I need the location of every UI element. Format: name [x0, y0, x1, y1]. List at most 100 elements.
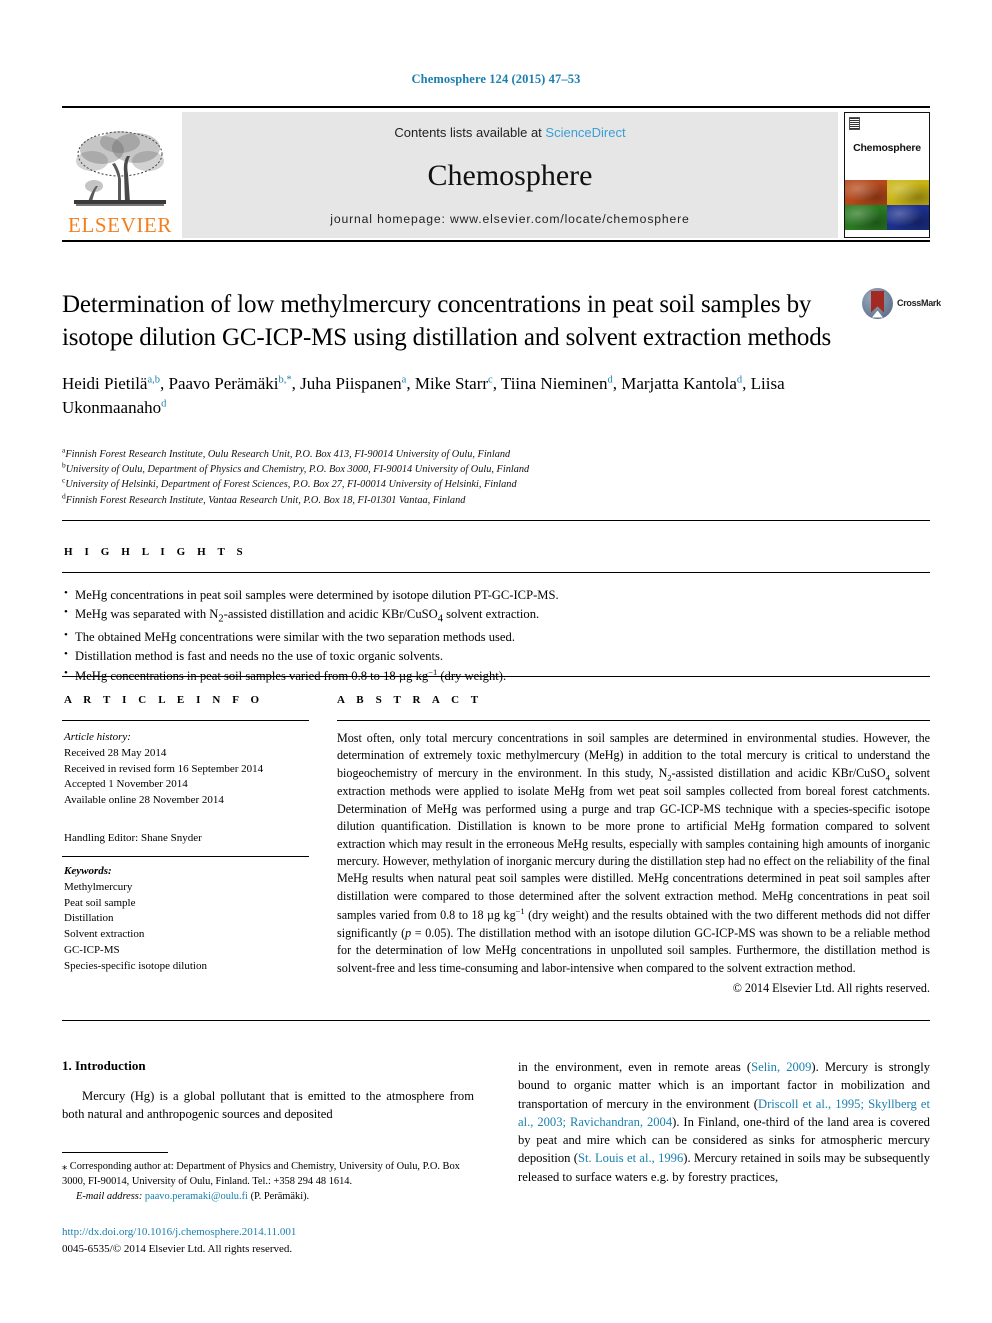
- contents-prefix: Contents lists available at: [394, 125, 546, 140]
- footnote-divider: [62, 1152, 168, 1153]
- title-block: Determination of low methylmercury conce…: [62, 288, 842, 420]
- author-name: Tiina Nieminen: [500, 374, 608, 393]
- issn-copyright-line: 0045-6535/© 2014 Elsevier Ltd. All right…: [62, 1242, 293, 1255]
- keyword-item: GC-ICP-MS: [64, 944, 120, 957]
- keyword-item: Methylmercury: [64, 880, 133, 893]
- author-affiliation-mark: a: [401, 374, 407, 386]
- article-history-item: Received 28 May 2014: [64, 746, 167, 759]
- sciencedirect-link[interactable]: ScienceDirect: [545, 125, 625, 140]
- doi-link[interactable]: http://dx.doi.org/10.1016/j.chemosphere.…: [62, 1224, 482, 1241]
- divider-highlights-top: [62, 572, 930, 573]
- abstract-block: Most often, only total mercury concentra…: [337, 730, 930, 997]
- article-history-item: Received in revised form 16 September 20…: [64, 762, 264, 775]
- author-affiliation-mark: b,*: [278, 374, 292, 386]
- cover-photo-green: [845, 204, 887, 230]
- highlight-item: MeHg was separated with N2-assisted dist…: [64, 604, 924, 627]
- email-line: E-mail address: paavo.peramaki@oulu.fi (…: [62, 1190, 474, 1205]
- keyword-item: Solvent extraction: [64, 928, 145, 941]
- author-affiliation-mark: c: [488, 374, 493, 386]
- cover-photo-blue: [887, 204, 929, 230]
- crossmark-icon: [862, 287, 893, 319]
- keyword-item: Species-specific isotope dilution: [64, 959, 207, 972]
- affiliation-mark: a: [62, 445, 66, 455]
- masthead-bottom-rule: [62, 240, 930, 242]
- handling-editor: Handling Editor: Shane Snyder: [64, 832, 202, 844]
- journal-masthead: ELSEVIER Contents lists available at Sci…: [62, 106, 930, 238]
- abstract-copyright: © 2014 Elsevier Ltd. All rights reserved…: [732, 980, 930, 995]
- elsevier-wordmark: ELSEVIER: [68, 213, 172, 237]
- page-title: Determination of low methylmercury conce…: [62, 291, 832, 351]
- keyword-item: Distillation: [64, 912, 114, 925]
- email-suffix: (P. Perämäki).: [250, 1190, 310, 1202]
- divider-above-body: [62, 1020, 930, 1021]
- keywords-block: Keywords: Methylmercury Peat soil sample D…: [64, 864, 307, 975]
- author-affiliation-mark: d: [161, 398, 167, 410]
- elsevier-tree-icon: [74, 131, 166, 206]
- intro-paragraph-right: in the environment, even in remote areas…: [518, 1058, 930, 1186]
- elsevier-logo: ELSEVIER: [62, 112, 178, 238]
- highlights-heading: H I G H L I G H T S: [64, 546, 248, 558]
- journal-cover-thumbnail: Chemosphere: [844, 112, 930, 238]
- cover-barcode-icon: [849, 117, 860, 130]
- affiliation-item: bUniversity of Oulu, Department of Physi…: [62, 460, 530, 476]
- author-affiliation-mark: a,b: [147, 374, 161, 386]
- article-history-dates: Received 28 May 2014 Received in revised …: [64, 746, 307, 809]
- author-list: Heidi Pietiläa,b, Paavo Perämäkib,*, Juh…: [62, 374, 785, 418]
- crossmark-label: CrossMark: [897, 298, 941, 308]
- doi-block: http://dx.doi.org/10.1016/j.chemosphere.…: [62, 1224, 482, 1257]
- page-canvas: Chemosphere 124 (2015) 47–53 ELSEVIER Co…: [0, 0, 992, 1323]
- affiliation-mark: c: [62, 476, 66, 486]
- article-history-block: Article history: Received 28 May 2014 Rec…: [64, 730, 307, 809]
- author-name: Heidi Pietilä: [62, 374, 148, 393]
- citation-link[interactable]: Selin, 2009: [751, 1060, 811, 1074]
- section-title-introduction: 1. Introduction: [62, 1058, 146, 1073]
- contents-available-line: Contents lists available at ScienceDirec…: [394, 125, 625, 140]
- author-name: Juha Piispanen: [300, 374, 402, 393]
- body-column-right: in the environment, even in remote areas…: [518, 1058, 930, 1186]
- footnote-block: ⁎ Corresponding author at: Department of…: [62, 1160, 474, 1204]
- intro-paragraph-left: Mercury (Hg) is a global pollutant that …: [62, 1089, 474, 1122]
- keywords-label: Keywords:: [64, 865, 112, 877]
- cover-photo-grid: [845, 179, 929, 230]
- author-name: Marjatta Kantola: [621, 374, 737, 393]
- affiliation-item: dFinnish Forest Research Institute, Vant…: [62, 491, 466, 506]
- email-link[interactable]: paavo.peramaki@oulu.fi: [145, 1191, 248, 1202]
- journal-band: Contents lists available at ScienceDirec…: [182, 112, 838, 238]
- cover-photo-orange: [845, 179, 887, 205]
- highlight-item: MeHg concentrations in peat soil samples…: [64, 585, 924, 605]
- affiliation-item: cUniversity of Helsinki, Department of F…: [62, 476, 517, 491]
- divider-highlights-bottom: [62, 676, 930, 677]
- affiliation-list: aFinnish Forest Research Institute, Oulu…: [62, 445, 892, 508]
- cover-journal-name: Chemosphere: [853, 142, 921, 155]
- divider-abstract: [337, 720, 930, 721]
- citation-link[interactable]: St. Louis et al., 1996: [578, 1151, 683, 1165]
- body-column-left: 1. Introduction Mercury (Hg) is a global…: [62, 1058, 474, 1124]
- highlight-item: Distillation method is fast and needs no…: [64, 646, 924, 666]
- corresponding-author-note: ⁎ Corresponding author at: Department of…: [62, 1161, 460, 1187]
- article-history-label: Article history:: [64, 731, 131, 743]
- article-history-item: Available online 28 November 2014: [64, 794, 224, 807]
- abstract-heading: A B S T R A C T: [337, 694, 483, 706]
- affiliation-item: aFinnish Forest Research Institute, Oulu…: [62, 445, 511, 460]
- body-text-run: in the environment, even in remote areas…: [518, 1060, 752, 1074]
- divider-article-info: [62, 720, 309, 721]
- crossmark-badge-group[interactable]: CrossMark: [862, 286, 941, 320]
- author-affiliation-mark: d: [736, 374, 743, 386]
- affiliation-mark: d: [62, 491, 66, 501]
- journal-title: Chemosphere: [427, 159, 593, 192]
- author-affiliation-mark: d: [607, 374, 613, 386]
- article-info-heading: A R T I C L E I N F O: [64, 694, 264, 706]
- journal-homepage-link[interactable]: journal homepage: www.elsevier.com/locat…: [330, 212, 689, 226]
- email-label: E-mail address:: [76, 1190, 143, 1202]
- affiliation-mark: b: [62, 460, 66, 470]
- author-name: Paavo Perämäki: [168, 374, 279, 393]
- divider-above-highlights: [62, 520, 930, 521]
- highlights-list: MeHg concentrations in peat soil samples…: [64, 585, 924, 686]
- keyword-item: Peat soil sample: [64, 896, 136, 909]
- cover-footer-strip: [845, 230, 929, 237]
- cover-photo-yellow: [887, 179, 929, 205]
- article-history-item: Accepted 1 November 2014: [64, 778, 188, 791]
- highlight-item: The obtained MeHg concentrations were si…: [64, 627, 924, 647]
- keywords-items: Methylmercury Peat soil sample Distillatio…: [64, 880, 307, 975]
- abstract-text: Most often, only total mercury concentra…: [337, 731, 930, 975]
